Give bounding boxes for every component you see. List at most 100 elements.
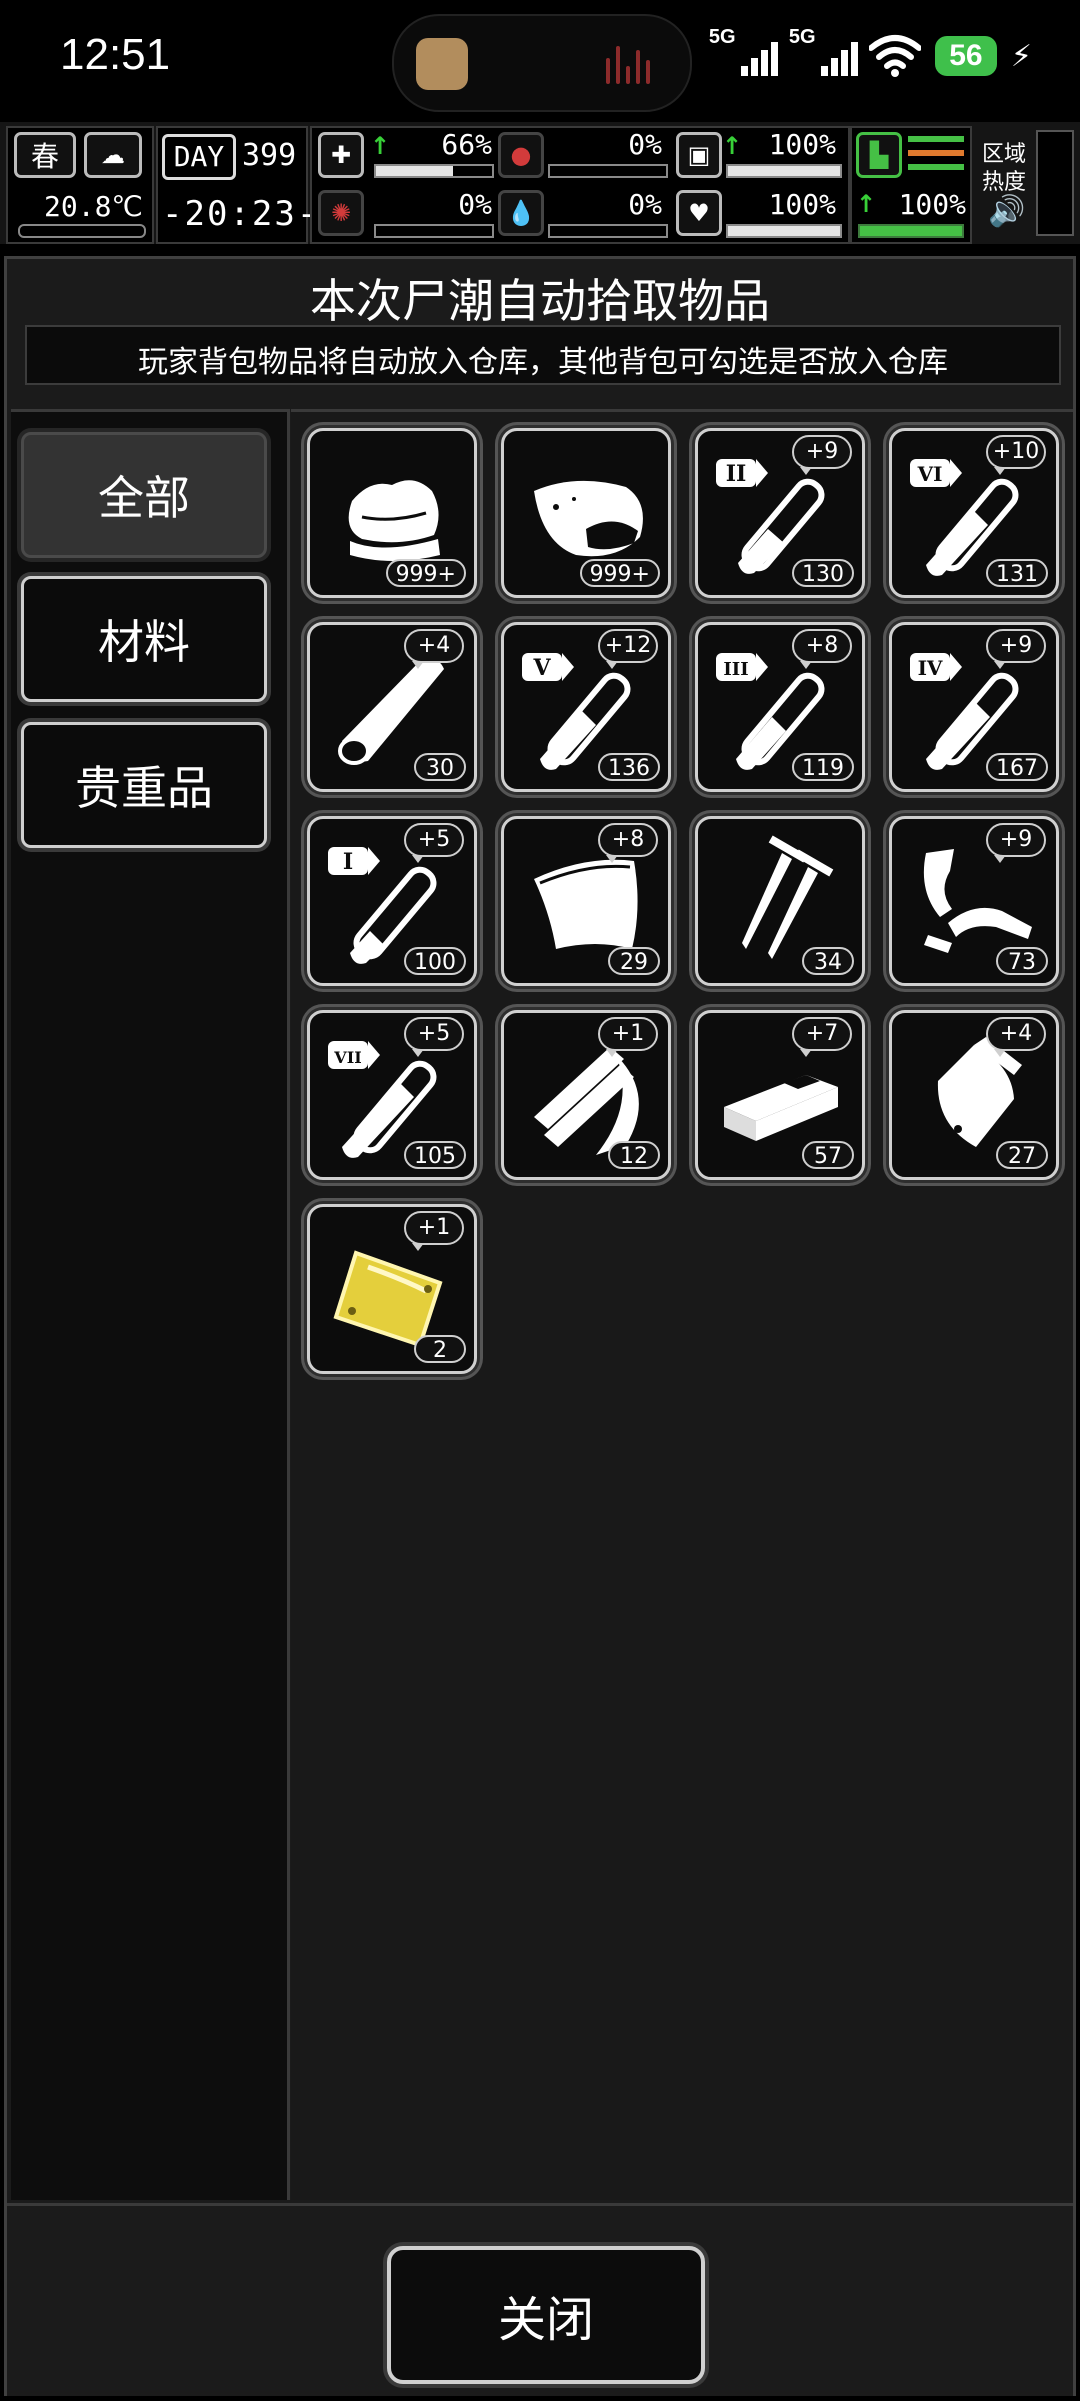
mood-bar [726,224,842,238]
item-leather[interactable]: +8 29 [501,816,671,986]
item-nails[interactable]: 34 [695,816,865,986]
increment-badge: +9 [792,435,852,475]
item-count: 131 [986,559,1048,587]
cellular-signal-icon: 5G [789,26,858,80]
stamina-panel: ▙ ↑ 100% [850,126,972,244]
svg-text:VI: VI [917,462,943,486]
item-wood-planks[interactable]: +1 12 [501,1010,671,1180]
virus-icon: ✺ [318,190,364,236]
item-grid: 999+ 999+ II +9 130 VI +10 131 +4 30 V +… [291,409,1073,2200]
increment-badge: +12 [598,629,658,669]
increment-badge: +1 [598,1017,658,1057]
item-gold-plate[interactable]: +1 2 [307,1204,477,1374]
increment-badge: +9 [986,629,1046,669]
category-all[interactable]: 全部 [21,432,267,558]
temperature-gauge [18,224,146,238]
game-hud: 春 ☁ 20.8℃ DAY 399 -20:23- ✚ ↑ 66% ● 0% ▣… [0,122,1080,244]
clock-time: 12:51 [60,30,171,79]
battery-icon: 56 [934,36,997,76]
stamina-value: 100% [898,188,966,221]
blood-value: 0% [628,188,662,221]
item-serum-IV[interactable]: IV +9 167 [889,622,1059,792]
app-thumbnail-icon [416,38,468,90]
item-count: 119 [792,753,854,781]
item-scrap-parts[interactable]: +9 73 [889,816,1059,986]
auto-pickup-dialog: 本次尸潮自动拾取物品 玩家背包物品将自动放入仓库，其他背包可勾选是否放入仓库 全… [4,256,1076,2396]
item-count: 12 [608,1141,660,1169]
item-count: 73 [996,947,1048,975]
status-bar: 12:51 5G 5G 56 ⚡ [0,0,1080,120]
close-button[interactable]: 关闭 [387,2246,705,2384]
boot-icon: ▙ [856,132,902,178]
dialog-footer: 关闭 [7,2203,1073,2396]
subtitle-box: 玩家背包物品将自动放入仓库，其他背包可勾选是否放入仓库 [25,325,1061,385]
heat-meter [1036,130,1074,236]
audio-wave-icon [606,42,662,84]
item-serum-I[interactable]: I +5 100 [307,816,477,986]
stamina-bar [858,224,964,238]
item-count: 100 [404,947,466,975]
increment-badge: +5 [404,1017,464,1057]
item-count: 999+ [385,559,466,587]
dialog-title: 本次尸潮自动拾取物品 [310,274,770,328]
svg-text:V: V [532,655,551,681]
hunger-bar [548,164,668,178]
item-serum-V[interactable]: V +12 136 [501,622,671,792]
armor-bar [726,164,842,178]
blood-bar [548,224,668,238]
increment-badge: +8 [598,823,658,863]
armor-value: 100% [768,128,836,161]
dialog-subtitle: 玩家背包物品将自动放入仓库，其他背包可勾选是否放入仓库 [138,345,948,380]
dynamic-island[interactable] [392,14,692,112]
mood-value: 100% [768,188,836,221]
item-serum-II[interactable]: II +9 130 [695,428,865,598]
blood-drop-icon: 💧 [498,190,544,236]
hunger-value: 0% [628,128,662,161]
item-count: 999+ [579,559,660,587]
category-materials[interactable]: 材料 [21,576,267,702]
item-wood-log[interactable]: +4 30 [307,622,477,792]
category-valuables[interactable]: 贵重品 [21,722,267,848]
increment-badge: +4 [986,1017,1046,1057]
speaker-icon[interactable]: 🔊 [988,194,1025,229]
item-count: 136 [598,753,660,781]
cellular-signal-icon: 5G [709,26,778,80]
season-badge: 春 [14,132,76,178]
item-count: 30 [414,753,466,781]
day-panel: DAY 399 -20:23- [156,126,317,244]
increment-badge: +4 [404,629,464,669]
item-serum-VI[interactable]: VI +10 131 [889,428,1059,598]
item-cloth[interactable]: 999+ [307,428,477,598]
item-count: 130 [792,559,854,587]
stats-panel: ✚ ↑ 66% ● 0% ▣ ↑ 100% ✺ 0% 💧 0% ♥ 100% [310,126,850,244]
item-count: 167 [986,753,1048,781]
stomach-icon: ● [498,132,544,178]
item-count: 29 [608,947,660,975]
svg-text:VII: VII [333,1048,361,1067]
item-count: 105 [404,1141,466,1169]
item-brick[interactable]: +7 57 [695,1010,865,1180]
item-fabric-roll[interactable]: +4 27 [889,1010,1059,1180]
health-bar [374,164,494,178]
wifi-icon [868,35,921,77]
item-serum-VII[interactable]: VII +5 105 [307,1010,477,1180]
increment-badge: +9 [986,823,1046,863]
item-raw-meat[interactable]: 999+ [501,428,671,598]
armor-icon: ▣ [676,132,722,178]
item-serum-III[interactable]: III +8 119 [695,622,865,792]
charging-icon: ⚡ [1010,38,1032,74]
item-count: 34 [802,947,854,975]
item-count: 27 [996,1141,1048,1169]
health-value: 66% [441,128,492,161]
category-sidebar: 全部 材料 贵重品 [11,409,290,2200]
increment-badge: +5 [404,823,464,863]
svg-text:II: II [726,461,747,487]
game-clock: -20:23- [162,194,320,234]
svg-text:IV: IV [918,656,943,680]
infection-value: 0% [458,188,492,221]
day-number: 399 [242,138,297,173]
rain-cloud-icon: ☁ [84,132,142,178]
weather-panel: 春 ☁ 20.8℃ [6,126,154,244]
item-count: 57 [802,1141,854,1169]
heart-icon: ♥ [676,190,722,236]
